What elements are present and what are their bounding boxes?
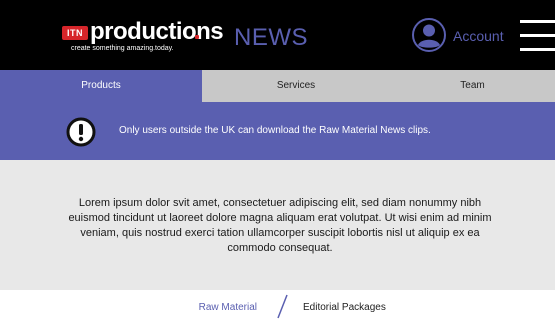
notice-text: Only users outside the UK can download t…	[119, 125, 431, 136]
itn-productions-logo[interactable]: ITN productions create something amazing…	[62, 18, 224, 55]
tab-services[interactable]: Services	[202, 70, 390, 102]
site-header: ITN productions create something amazing…	[0, 0, 555, 70]
logo-wordmark: productions	[90, 18, 224, 45]
slash-divider	[277, 294, 288, 319]
hamburger-menu-icon[interactable]	[520, 20, 555, 52]
notice-banner: Only users outside the UK can download t…	[0, 102, 555, 160]
raw-material-link[interactable]: Raw Material	[199, 301, 257, 315]
account-button[interactable]: Account	[411, 17, 509, 55]
logo-tagline: create something amazing.today.	[71, 45, 174, 52]
logo-dot	[195, 35, 199, 39]
content-panel: Lorem ipsum dolor svit amet, consectetue…	[0, 160, 555, 290]
tab-products[interactable]: Products	[0, 70, 202, 102]
tab-team[interactable]: Team	[390, 70, 555, 102]
account-label: Account	[453, 28, 504, 44]
page-title: NEWS	[234, 24, 308, 51]
main-nav: Products Services Team	[0, 70, 555, 102]
user-avatar-icon	[412, 18, 446, 52]
content-text: Lorem ipsum dolor svit amet, consectetue…	[68, 197, 492, 254]
editorial-packages-link[interactable]: Editorial Packages	[303, 301, 386, 315]
exclamation-circle-icon	[66, 117, 96, 147]
sub-nav: Raw Material Editorial Packages	[0, 290, 555, 320]
itn-logo-mark: ITN	[62, 26, 88, 40]
